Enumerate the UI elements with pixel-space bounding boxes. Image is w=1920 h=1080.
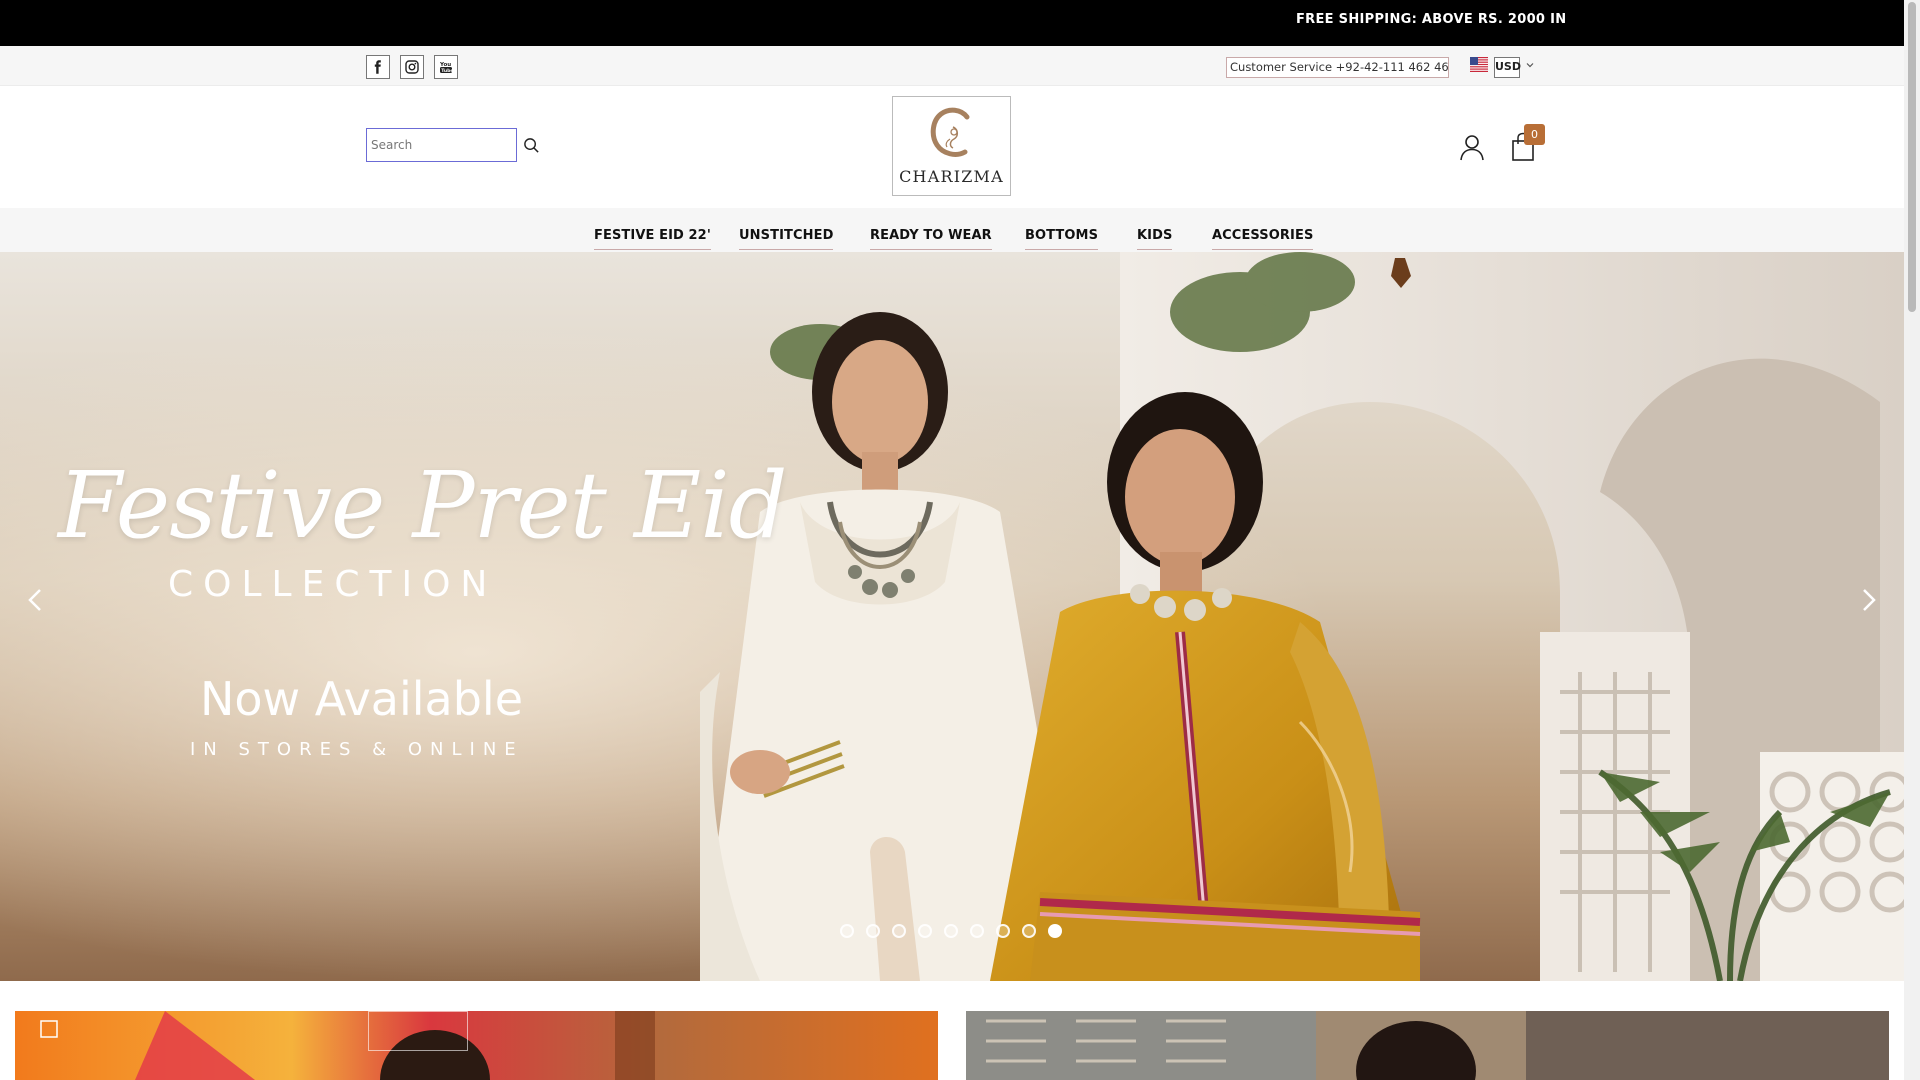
cart-count-badge: 0: [1524, 124, 1545, 145]
search-button[interactable]: [517, 128, 545, 162]
facebook-link[interactable]: [366, 55, 390, 79]
slider-pagination: [840, 924, 1062, 938]
nav-label: UNSTITCHED: [739, 228, 834, 243]
brand-name: CHARIZMA: [899, 167, 1004, 186]
nav-label: BOTTOMS: [1025, 228, 1099, 243]
slider-dot[interactable]: [996, 924, 1010, 938]
nav-item-unstitched[interactable]: UNSTITCHED: [739, 210, 834, 250]
utility-bar: You Tube Customer Service +92-42-111 462 …: [0, 46, 1920, 86]
charizma-logo-mark: [930, 107, 969, 157]
slider-dot[interactable]: [1022, 924, 1036, 938]
svg-text:Tube: Tube: [441, 68, 453, 74]
slider-next-button[interactable]: [1832, 564, 1904, 636]
currency-selector[interactable]: USD: [1494, 57, 1521, 78]
youtube-icon: YouTube: [439, 62, 453, 74]
promo-card-left[interactable]: [15, 1011, 938, 1080]
slider-dot[interactable]: [892, 924, 906, 938]
announcement-text: FREE SHIPPING: ABOVE RS. 2000 IN: [1296, 12, 1567, 27]
scrollbar-thumb[interactable]: [1908, 2, 1916, 312]
slider-prev-button[interactable]: [0, 564, 72, 636]
nav-label: KIDS: [1137, 228, 1173, 243]
brand-logo[interactable]: CHARIZMA: [892, 96, 1011, 196]
tag-icon: [40, 1020, 58, 1038]
chevron-left-icon: [28, 589, 41, 611]
promo-image-right: [966, 1011, 1889, 1080]
facebook-icon: [374, 60, 381, 74]
slider-dot[interactable]: [970, 924, 984, 938]
page: FREE SHIPPING: ABOVE RS. 2000 IN You Tube…: [0, 0, 1920, 1080]
floating-action-button[interactable]: [15, 999, 83, 1059]
main-navigation: FESTIVE EID 22' UNSTITCHED READY TO WEAR…: [0, 208, 1920, 252]
hero-title: Festive Pret Eid: [58, 452, 788, 559]
nav-item-kids[interactable]: KIDS: [1137, 210, 1173, 250]
site-header: CHARIZMA 0: [0, 86, 1920, 208]
us-flag-icon: [1470, 57, 1488, 72]
nav-item-bottoms[interactable]: BOTTOMS: [1025, 210, 1099, 250]
promo-image-left: [15, 1011, 938, 1080]
slider-dot[interactable]: [944, 924, 958, 938]
user-icon: [1460, 135, 1484, 161]
nav-label: ACCESSORIES: [1212, 228, 1314, 243]
nav-item-festive-eid[interactable]: FESTIVE EID 22': [594, 210, 711, 250]
announcement-bar: FREE SHIPPING: ABOVE RS. 2000 IN: [0, 0, 1920, 46]
search-input[interactable]: [366, 128, 517, 162]
search-icon: [523, 137, 539, 153]
youtube-link[interactable]: You Tube: [434, 55, 458, 79]
customer-service-text: Customer Service +92-42-111 462 462: [1226, 57, 1449, 78]
page-scrollbar[interactable]: [1904, 0, 1920, 1080]
slider-dot[interactable]: [918, 924, 932, 938]
hero-channels: IN STORES & ONLINE: [190, 739, 524, 760]
chevron-right-icon: [1863, 589, 1876, 611]
nav-item-accessories[interactable]: ACCESSORIES: [1212, 210, 1314, 250]
promo-cards: [0, 981, 1904, 1080]
chevron-down-icon[interactable]: [1525, 60, 1535, 70]
slider-dot[interactable]: [866, 924, 880, 938]
hero-banner-image: [0, 252, 1904, 981]
hero-slider: Festive Pret Eid COLLECTION Now Availabl…: [0, 252, 1904, 981]
nav-label: READY TO WEAR: [870, 228, 992, 243]
hero-subtitle: COLLECTION: [168, 564, 498, 605]
instagram-icon: [405, 60, 419, 74]
promo-card-right[interactable]: [966, 1011, 1889, 1080]
slider-dot[interactable]: [1048, 924, 1062, 938]
hero-availability: Now Available: [200, 672, 524, 726]
promo-card-button[interactable]: [368, 1011, 468, 1051]
instagram-link[interactable]: [400, 55, 424, 79]
nav-label: FESTIVE EID 22': [594, 228, 711, 243]
nav-item-ready-to-wear[interactable]: READY TO WEAR: [870, 210, 992, 250]
account-button[interactable]: [1457, 130, 1487, 164]
slider-dot[interactable]: [840, 924, 854, 938]
